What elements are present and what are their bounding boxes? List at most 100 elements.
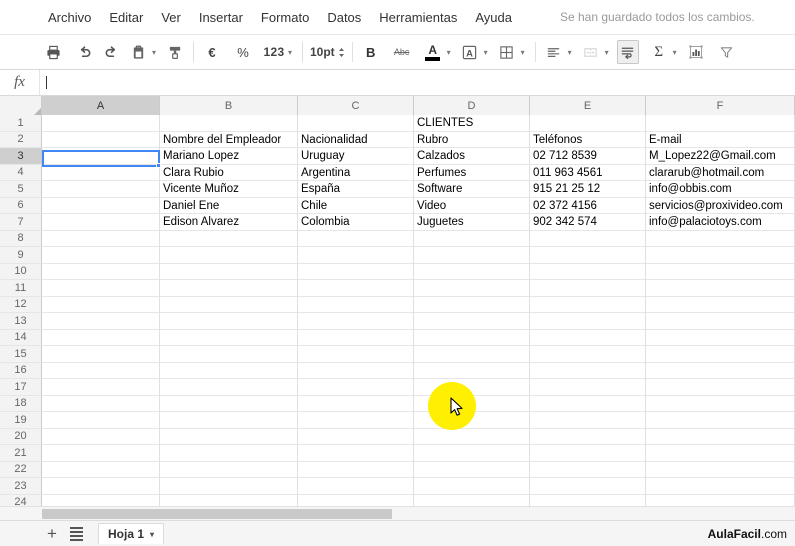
cell-C1[interactable] bbox=[298, 115, 414, 132]
cell-E19[interactable] bbox=[530, 412, 646, 429]
row-header-16[interactable]: 16 bbox=[0, 362, 42, 379]
cell-F20[interactable] bbox=[646, 428, 795, 445]
row-header-5[interactable]: 5 bbox=[0, 181, 42, 198]
cell-B21[interactable] bbox=[160, 445, 298, 462]
cell-B18[interactable] bbox=[160, 395, 298, 412]
cell-D5[interactable]: Software bbox=[414, 181, 530, 198]
cell-F9[interactable] bbox=[646, 247, 795, 264]
cell-C20[interactable] bbox=[298, 428, 414, 445]
cell-C8[interactable] bbox=[298, 230, 414, 247]
column-header-a[interactable]: A bbox=[42, 96, 160, 115]
cell-E10[interactable] bbox=[530, 263, 646, 280]
cell-A23[interactable] bbox=[42, 478, 160, 495]
cell-F4[interactable]: clararub@hotmail.com bbox=[646, 164, 795, 181]
cell-F7[interactable]: info@palaciotoys.com bbox=[646, 214, 795, 231]
cell-E18[interactable] bbox=[530, 395, 646, 412]
percent-format-button[interactable]: % bbox=[232, 40, 254, 64]
cell-C19[interactable] bbox=[298, 412, 414, 429]
cell-E4[interactable]: 011 963 4561 bbox=[530, 164, 646, 181]
cell-B20[interactable] bbox=[160, 428, 298, 445]
cell-F24[interactable] bbox=[646, 494, 795, 506]
cell-C23[interactable] bbox=[298, 478, 414, 495]
functions-caret-icon[interactable]: ▾ bbox=[670, 41, 680, 63]
text-color-caret-icon[interactable]: ▾ bbox=[444, 41, 454, 63]
cell-C21[interactable] bbox=[298, 445, 414, 462]
cell-C11[interactable] bbox=[298, 280, 414, 297]
cell-D9[interactable] bbox=[414, 247, 530, 264]
cell-F14[interactable] bbox=[646, 329, 795, 346]
cell-F10[interactable] bbox=[646, 263, 795, 280]
cell-F23[interactable] bbox=[646, 478, 795, 495]
row-header-6[interactable]: 6 bbox=[0, 197, 42, 214]
cell-B1[interactable] bbox=[160, 115, 298, 132]
row-header-15[interactable]: 15 bbox=[0, 346, 42, 363]
cell-A16[interactable] bbox=[42, 362, 160, 379]
cell-A10[interactable] bbox=[42, 263, 160, 280]
row-header-24[interactable]: 24 bbox=[0, 494, 42, 506]
cell-D6[interactable]: Video bbox=[414, 197, 530, 214]
cell-E13[interactable] bbox=[530, 313, 646, 330]
menu-editar[interactable]: Editar bbox=[101, 8, 151, 27]
cell-D2[interactable]: Rubro bbox=[414, 131, 530, 148]
cell-B15[interactable] bbox=[160, 346, 298, 363]
cell-A18[interactable] bbox=[42, 395, 160, 412]
cell-C24[interactable] bbox=[298, 494, 414, 506]
number-format-caret-icon[interactable]: ▾ bbox=[285, 41, 295, 63]
cell-D11[interactable] bbox=[414, 280, 530, 297]
cell-A17[interactable] bbox=[42, 379, 160, 396]
cell-B13[interactable] bbox=[160, 313, 298, 330]
cell-F12[interactable] bbox=[646, 296, 795, 313]
row-header-9[interactable]: 9 bbox=[0, 247, 42, 264]
cell-B10[interactable] bbox=[160, 263, 298, 280]
cell-B4[interactable]: Clara Rubio bbox=[160, 164, 298, 181]
cell-E6[interactable]: 02 372 4156 bbox=[530, 197, 646, 214]
cell-C9[interactable] bbox=[298, 247, 414, 264]
paste-icon[interactable] bbox=[127, 40, 149, 64]
cell-B24[interactable] bbox=[160, 494, 298, 506]
menu-ver[interactable]: Ver bbox=[153, 8, 189, 27]
cell-C4[interactable]: Argentina bbox=[298, 164, 414, 181]
cell-C12[interactable] bbox=[298, 296, 414, 313]
strikethrough-button[interactable]: Abc bbox=[391, 40, 413, 64]
menu-formato[interactable]: Formato bbox=[253, 8, 317, 27]
cell-F3[interactable]: M_Lopez22@Gmail.com bbox=[646, 148, 795, 165]
column-header-b[interactable]: B bbox=[160, 96, 298, 115]
row-header-23[interactable]: 23 bbox=[0, 478, 42, 495]
print-icon[interactable] bbox=[42, 40, 64, 64]
cell-D21[interactable] bbox=[414, 445, 530, 462]
row-header-20[interactable]: 20 bbox=[0, 428, 42, 445]
cell-B14[interactable] bbox=[160, 329, 298, 346]
cell-D4[interactable]: Perfumes bbox=[414, 164, 530, 181]
font-size-stepper[interactable]: 10pt bbox=[310, 40, 345, 64]
column-header-c[interactable]: C bbox=[298, 96, 414, 115]
cell-B2[interactable]: Nombre del Empleador bbox=[160, 131, 298, 148]
cell-B16[interactable] bbox=[160, 362, 298, 379]
menu-ayuda[interactable]: Ayuda bbox=[467, 8, 520, 27]
cell-D17[interactable] bbox=[414, 379, 530, 396]
cell-E3[interactable]: 02 712 8539 bbox=[530, 148, 646, 165]
sheet-tab-caret-icon[interactable]: ▾ bbox=[150, 530, 154, 539]
cell-A13[interactable] bbox=[42, 313, 160, 330]
cell-C18[interactable] bbox=[298, 395, 414, 412]
row-header-10[interactable]: 10 bbox=[0, 263, 42, 280]
cell-B19[interactable] bbox=[160, 412, 298, 429]
text-color-button[interactable]: A bbox=[422, 40, 444, 64]
cell-D12[interactable] bbox=[414, 296, 530, 313]
cell-E20[interactable] bbox=[530, 428, 646, 445]
cell-A19[interactable] bbox=[42, 412, 160, 429]
cell-E23[interactable] bbox=[530, 478, 646, 495]
cell-F15[interactable] bbox=[646, 346, 795, 363]
cell-A20[interactable] bbox=[42, 428, 160, 445]
redo-icon[interactable] bbox=[100, 40, 122, 64]
cell-E9[interactable] bbox=[530, 247, 646, 264]
cell-B22[interactable] bbox=[160, 461, 298, 478]
cell-D19[interactable] bbox=[414, 412, 530, 429]
row-header-7[interactable]: 7 bbox=[0, 214, 42, 231]
row-header-3[interactable]: 3 bbox=[0, 148, 42, 165]
undo-icon[interactable] bbox=[73, 40, 95, 64]
font-size-stepper-arrows[interactable] bbox=[338, 47, 345, 58]
cell-D8[interactable] bbox=[414, 230, 530, 247]
text-wrap-icon[interactable] bbox=[616, 40, 639, 64]
cell-A15[interactable] bbox=[42, 346, 160, 363]
cell-E16[interactable] bbox=[530, 362, 646, 379]
